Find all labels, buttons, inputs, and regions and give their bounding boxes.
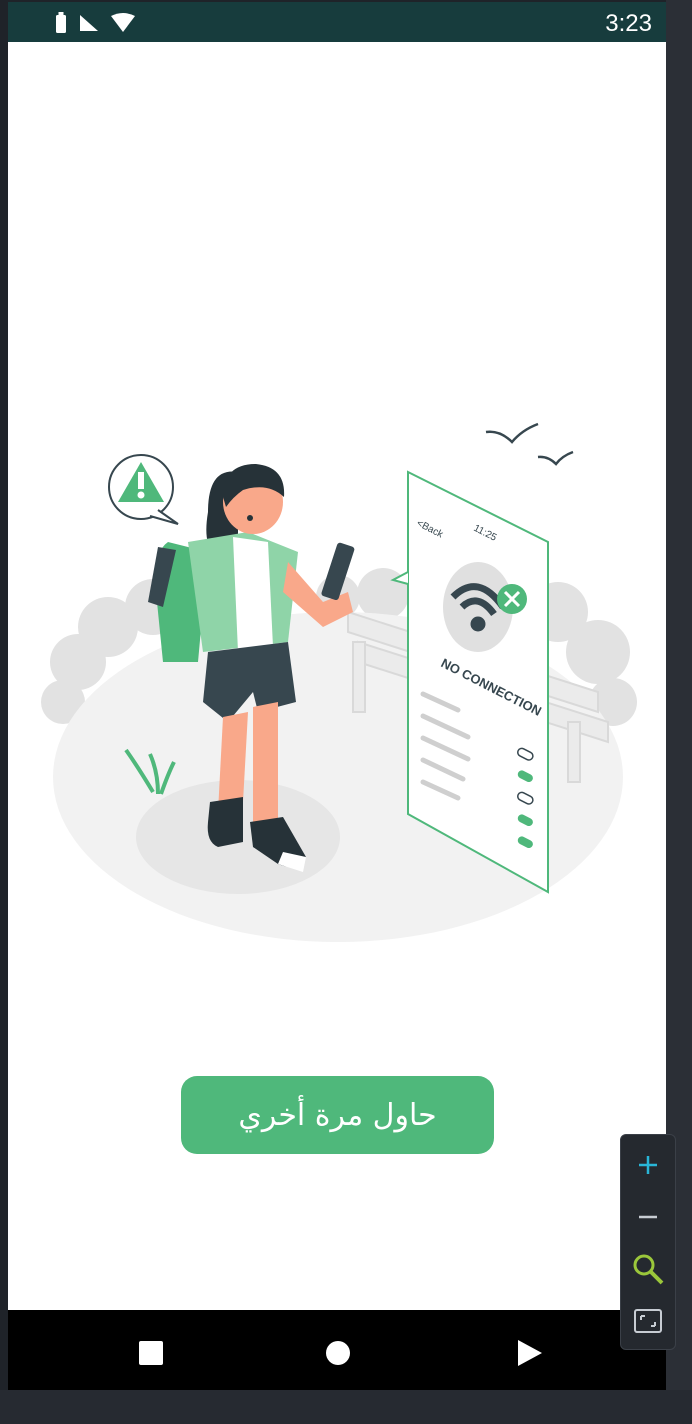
fit-screen-icon [634,1309,662,1333]
zoom-in-icon [639,1156,657,1174]
fit-screen-button[interactable] [621,1295,675,1347]
no-connection-illustration: <Back 11:25 NO CONNECTION [41,422,637,942]
back-icon[interactable] [514,1338,544,1368]
app-screen: <Back 11:25 NO CONNECTION حاول مرة أخري [8,42,666,1310]
zoom-out-icon [639,1215,657,1219]
retry-button[interactable]: حاول مرة أخري [181,1076,494,1154]
zoom-out-button[interactable] [621,1191,675,1243]
home-icon[interactable] [323,1338,353,1368]
emulator-bottom-strip [0,1390,692,1424]
recent-apps-icon[interactable] [136,1338,166,1368]
status-bar: 3:23 [8,2,666,42]
zoom-in-button[interactable] [621,1139,675,1191]
zoom-reset-button[interactable] [621,1243,675,1295]
birds [485,422,574,466]
wifi-icon [111,13,135,32]
zoom-reset-icon [633,1254,664,1285]
navigation-bar [8,1310,666,1390]
signal-icon [80,15,98,31]
zoom-controls [620,1134,676,1350]
battery-icon [56,12,66,33]
warning-bubble [108,454,179,525]
status-time: 3:23 [605,10,652,37]
device-frame: 3:23 <Back 11:25 NO CONNECTION حاول مرة … [0,0,666,1390]
